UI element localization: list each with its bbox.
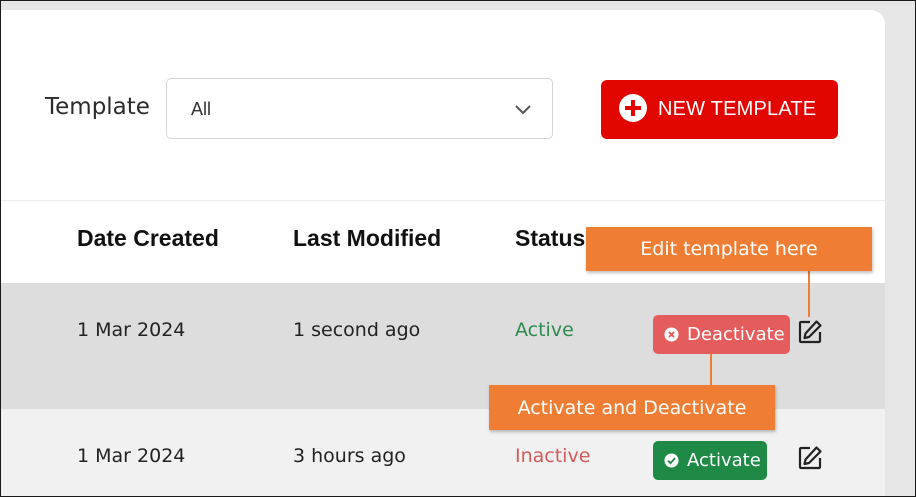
status-cell: Inactive: [515, 445, 591, 467]
date-created-cell: 1 Mar 2024: [77, 445, 186, 467]
template-filter-value: All: [191, 99, 212, 119]
template-filter-label: Template: [45, 94, 150, 120]
activate-label: Activate: [687, 450, 761, 471]
screenshot-frame: Template All NEW TEMPLATE Date Created L…: [0, 0, 916, 497]
column-header-date-created[interactable]: Date Created: [77, 225, 219, 252]
activate-deactivate-callout-text: Activate and Deactivate: [517, 396, 747, 419]
template-filter-select[interactable]: All: [166, 78, 553, 139]
edit-icon[interactable]: [797, 445, 823, 475]
x-circle-icon: [664, 327, 679, 342]
edit-callout-connector: [808, 271, 810, 317]
last-modified-cell: 3 hours ago: [293, 445, 406, 467]
deactivate-button[interactable]: Deactivate: [653, 315, 790, 354]
check-circle-icon: [664, 453, 679, 468]
edit-icon[interactable]: [797, 319, 823, 349]
activate-callout-connector: [710, 354, 712, 385]
divider: [1, 200, 885, 201]
status-cell: Active: [515, 319, 574, 341]
new-template-label: NEW TEMPLATE: [658, 98, 817, 120]
date-created-cell: 1 Mar 2024: [77, 319, 186, 341]
column-header-last-modified[interactable]: Last Modified: [293, 225, 441, 252]
activate-deactivate-callout: Activate and Deactivate: [489, 385, 775, 430]
column-header-status[interactable]: Status: [515, 225, 585, 252]
edit-template-callout-text: Edit template here: [640, 238, 818, 260]
last-modified-cell: 1 second ago: [293, 319, 421, 341]
edit-template-callout: Edit template here: [586, 227, 872, 271]
chevron-down-icon: [514, 101, 532, 120]
activate-button[interactable]: Activate: [653, 441, 767, 480]
deactivate-label: Deactivate: [687, 324, 785, 345]
plus-circle-icon: [618, 93, 648, 127]
new-template-button[interactable]: NEW TEMPLATE: [601, 80, 838, 139]
